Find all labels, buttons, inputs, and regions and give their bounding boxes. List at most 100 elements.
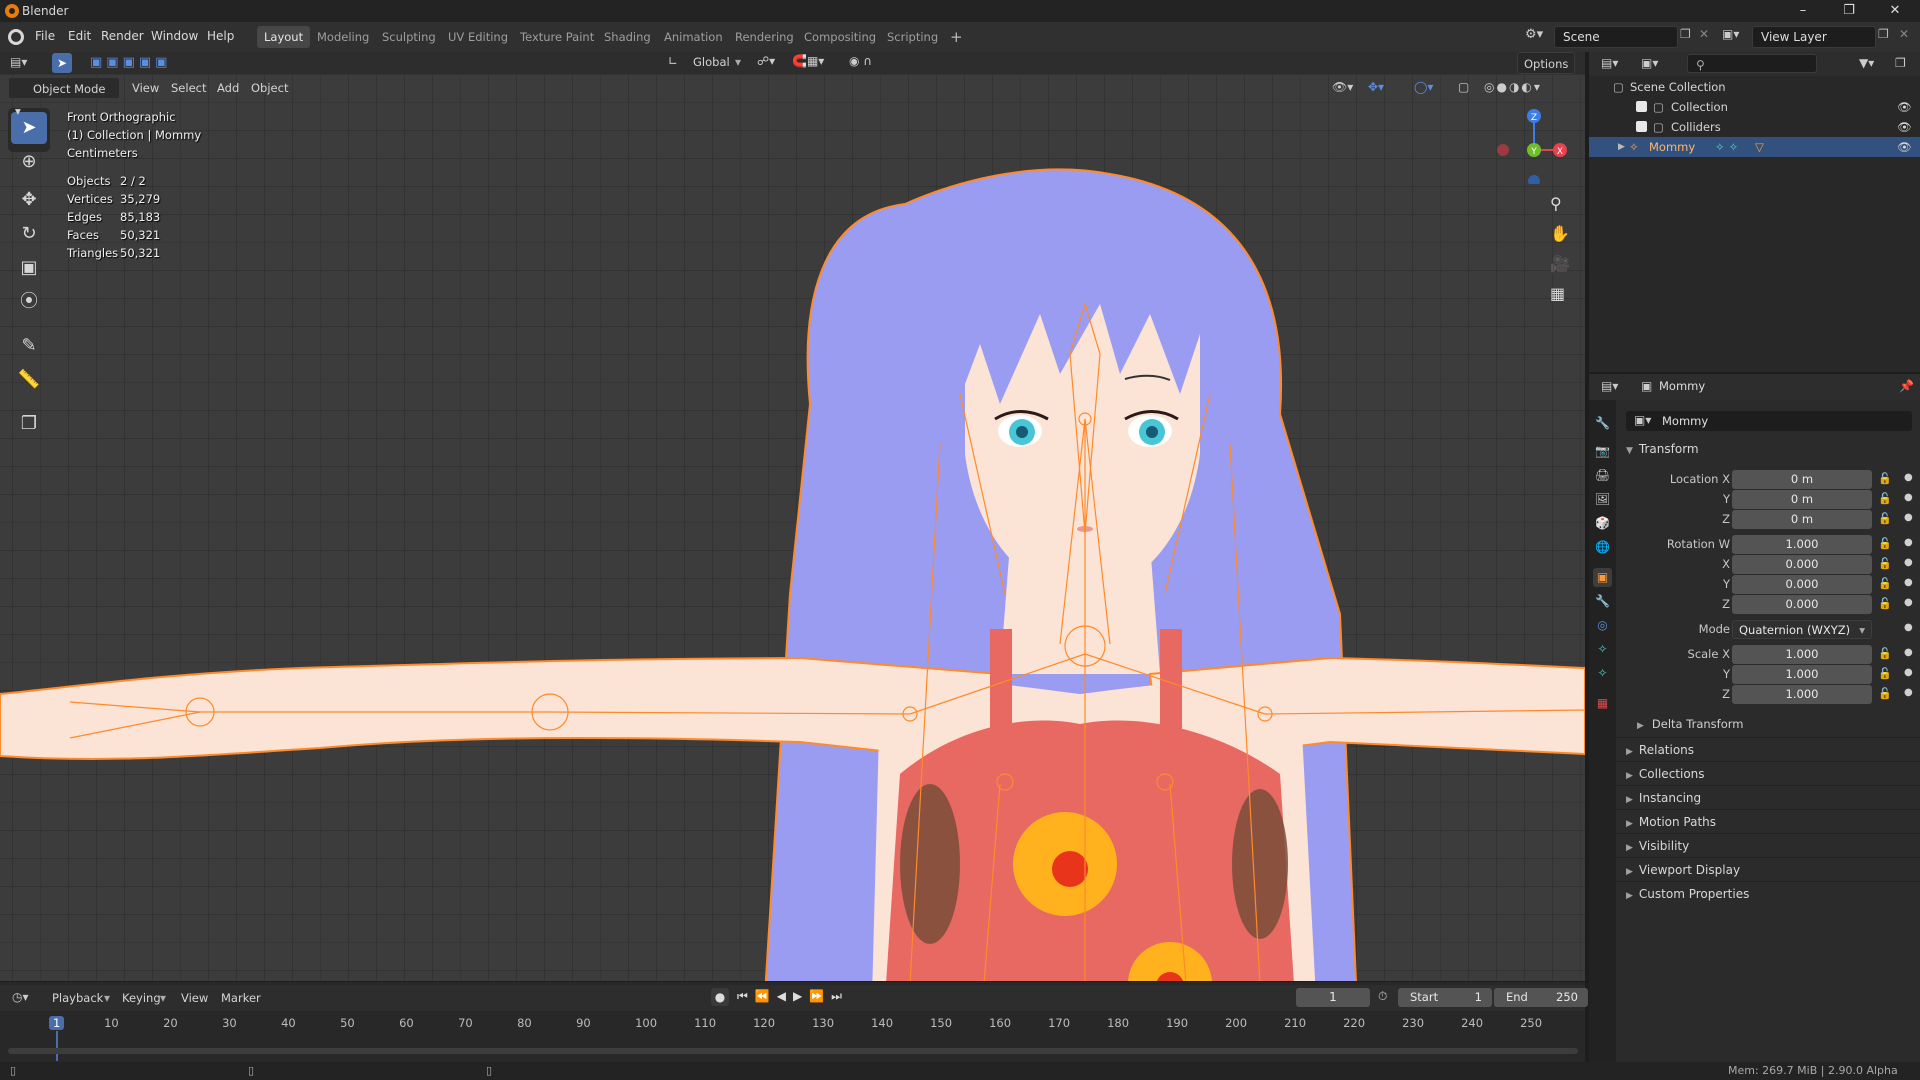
outliner-scene-collection[interactable]: ▢ Scene Collection <box>1589 77 1920 97</box>
camera-view-icon[interactable]: 🎥 <box>1550 254 1570 273</box>
keyframe-dot-icon[interactable]: ● <box>1904 647 1913 658</box>
menu-select[interactable]: Select <box>171 81 206 95</box>
3d-viewport[interactable]: Front Orthographic (1) Collection | Momm… <box>0 74 1585 981</box>
tab-scripting[interactable]: Scripting <box>880 26 945 48</box>
object-mode-dropdown[interactable]: Object Mode ▾ <box>8 77 120 118</box>
tab-animation[interactable]: Animation <box>657 26 730 48</box>
object-tab-icon[interactable]: ▣ <box>1593 568 1612 587</box>
scene-icon[interactable]: ⚙▾ <box>1525 27 1543 42</box>
location-z-field[interactable]: 0 m <box>1732 510 1872 529</box>
stopwatch-icon[interactable]: ⏱ <box>1378 989 1387 1004</box>
zoom-icon[interactable]: ⚲ <box>1550 194 1562 213</box>
scene-tab-icon[interactable]: 🎲 <box>1593 514 1612 533</box>
menu-view-timeline[interactable]: View <box>181 991 208 1005</box>
gizmo-toggle-icon[interactable]: ✥▾ <box>1368 80 1384 94</box>
lock-icon[interactable]: 🔓 <box>1878 647 1892 660</box>
tab-texture-paint[interactable]: Texture Paint <box>513 26 601 48</box>
tab-shading[interactable]: Shading <box>597 26 658 48</box>
orientation-icon[interactable]: ∟ <box>668 54 678 68</box>
menu-render[interactable]: Render <box>101 29 144 43</box>
expand-arrow-icon[interactable]: ▶ <box>1618 137 1625 157</box>
texture-tab-icon[interactable]: ▦ <box>1593 694 1612 713</box>
properties-editor-icon[interactable]: ▤▾ <box>1601 379 1618 393</box>
view-layer-field[interactable]: View Layer <box>1752 26 1876 48</box>
lock-icon[interactable]: 🔓 <box>1878 667 1892 680</box>
armature-data-tab-icon[interactable]: ✧ <box>1593 664 1612 683</box>
ortho-grid-icon[interactable]: ▦ <box>1550 284 1565 303</box>
editor-type-icon[interactable]: ▤▾ <box>10 55 27 69</box>
filter-icon[interactable]: ▼▾ <box>1859 56 1874 70</box>
record-icon[interactable]: ● <box>711 988 729 1006</box>
transform-panel-header[interactable]: ▼ Transform <box>1616 437 1920 461</box>
scale-z-field[interactable]: 1.000 <box>1732 685 1872 704</box>
keyframe-dot-icon[interactable]: ● <box>1904 537 1913 548</box>
lock-icon[interactable]: 🔓 <box>1878 557 1892 570</box>
playhead[interactable] <box>56 1031 58 1061</box>
rotation-y-field[interactable]: 0.000 <box>1732 575 1872 594</box>
menu-edit[interactable]: Edit <box>68 29 91 43</box>
physics-tab-icon[interactable]: ◎ <box>1593 616 1612 635</box>
delete-scene-icon[interactable]: ✕ <box>1699 27 1709 41</box>
viewport-display-panel-header[interactable]: ▶ Viewport Display <box>1616 857 1920 881</box>
lock-icon[interactable]: 🔓 <box>1878 577 1892 590</box>
collection-checkbox[interactable] <box>1636 101 1647 112</box>
tab-compositing[interactable]: Compositing <box>797 26 883 48</box>
start-frame-field[interactable]: Start 1 <box>1398 988 1492 1007</box>
location-y-field[interactable]: 0 m <box>1732 490 1872 509</box>
visibility-panel-header[interactable]: ▶ Visibility <box>1616 833 1920 857</box>
tab-layout[interactable]: Layout <box>257 26 311 48</box>
rotation-x-field[interactable]: 0.000 <box>1732 555 1872 574</box>
playback-controls-icons[interactable]: ⏮⏪◀▶⏩⏭ <box>737 989 849 1004</box>
options-dropdown[interactable]: Options <box>1517 52 1576 74</box>
scale-y-field[interactable]: 1.000 <box>1732 665 1872 684</box>
xray-icon[interactable]: ▢ <box>1458 80 1469 94</box>
measure-tool-icon[interactable]: 📏 <box>11 364 47 396</box>
eye-icon[interactable]: 👁 <box>1897 137 1912 157</box>
motion-paths-panel-header[interactable]: ▶ Motion Paths <box>1616 809 1920 833</box>
rotate-tool-icon[interactable]: ↻ <box>11 218 47 250</box>
current-frame-field[interactable]: 1 <box>1296 988 1370 1007</box>
render-tab-icon[interactable]: 📷 <box>1593 442 1612 461</box>
shading-modes-icons[interactable]: ◎●◑◐▾ <box>1484 80 1542 94</box>
colliders-checkbox[interactable] <box>1636 121 1647 132</box>
minimize-icon[interactable]: – <box>1780 0 1826 22</box>
eye-icon[interactable]: 👁 <box>1897 97 1912 117</box>
pivot-icon[interactable]: ☍▾ <box>757 54 775 68</box>
end-frame-field[interactable]: End 250 <box>1494 988 1588 1007</box>
delete-view-layer-icon[interactable]: ✕ <box>1899 27 1909 41</box>
tab-modeling[interactable]: Modeling <box>310 26 376 48</box>
keyframe-dot-icon[interactable]: ● <box>1904 492 1913 503</box>
restore-icon[interactable]: ❐ <box>1826 0 1872 22</box>
visibility-icon[interactable]: 👁▾ <box>1332 80 1353 94</box>
keyframe-dot-icon[interactable]: ● <box>1904 667 1913 678</box>
rotation-w-field[interactable]: 1.000 <box>1732 535 1872 554</box>
keyframe-dot-icon[interactable]: ● <box>1904 512 1913 523</box>
selection-mode-icons[interactable]: ▣▣▣▣▣ <box>90 55 171 70</box>
outliner-item-collection[interactable]: ▢ Collection 👁 <box>1589 97 1920 117</box>
scale-tool-icon[interactable]: ▣ <box>11 252 47 284</box>
instancing-panel-header[interactable]: ▶ Instancing <box>1616 785 1920 809</box>
lock-icon[interactable]: 🔓 <box>1878 472 1892 485</box>
menu-view[interactable]: View <box>132 81 159 95</box>
tab-sculpting[interactable]: Sculpting <box>375 26 443 48</box>
collections-panel-header[interactable]: ▶ Collections <box>1616 761 1920 785</box>
transform-orientation-dropdown[interactable]: Global <box>693 55 730 69</box>
location-x-field[interactable]: 0 m <box>1732 470 1872 489</box>
scale-x-field[interactable]: 1.000 <box>1732 645 1872 664</box>
navigation-gizmo[interactable]: Z Y X <box>1488 104 1568 184</box>
blender-menu-icon[interactable] <box>8 29 24 45</box>
menu-marker[interactable]: Marker <box>221 991 261 1005</box>
modifier-tab-icon[interactable]: 🔧 <box>1593 592 1612 611</box>
eye-icon[interactable]: 👁 <box>1897 117 1912 137</box>
rotation-z-field[interactable]: 0.000 <box>1732 595 1872 614</box>
tab-uv-editing[interactable]: UV Editing <box>441 26 515 48</box>
view-layer-tab-icon[interactable]: 🖼 <box>1593 490 1612 509</box>
timeline-editor-icon[interactable]: ◷▾ <box>12 990 29 1004</box>
keyframe-dot-icon[interactable]: ● <box>1904 597 1913 608</box>
scene-name-field[interactable]: Scene <box>1554 26 1678 48</box>
lock-icon[interactable]: 🔓 <box>1878 597 1892 610</box>
view-layer-icon[interactable]: ▣▾ <box>1722 27 1739 41</box>
annotate-tool-icon[interactable]: ✎ <box>11 330 47 362</box>
custom-properties-panel-header[interactable]: ▶ Custom Properties <box>1616 881 1920 905</box>
constraint-tab-icon[interactable]: ✧ <box>1593 640 1612 659</box>
